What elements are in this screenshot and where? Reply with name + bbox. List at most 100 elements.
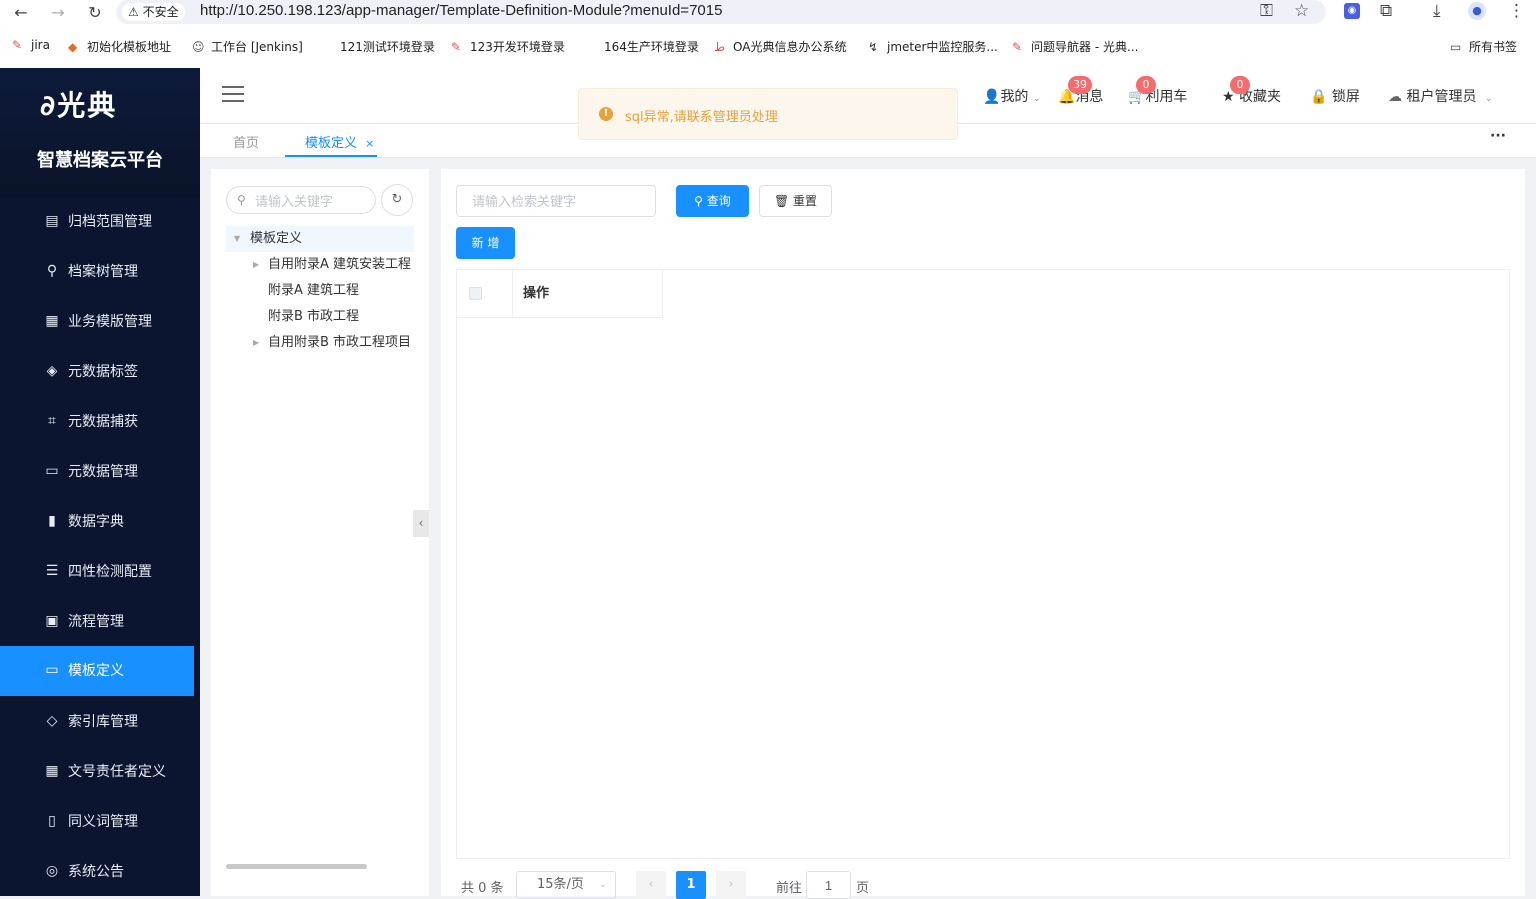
refresh-icon[interactable]: ↻: [381, 184, 413, 216]
caret-right-icon[interactable]: ▶: [253, 330, 259, 356]
star-icon[interactable]: ☆: [1294, 1, 1309, 21]
workflow-icon: ▣: [45, 613, 59, 629]
bookmark-oa[interactable]: ط OA光典信息办公系统: [714, 38, 846, 55]
goto-label: 前往: [776, 881, 803, 896]
tree-node[interactable]: ▶ 自用附录A 建筑安装工程: [226, 252, 414, 278]
messages-button[interactable]: 🔔消息 39: [1058, 76, 1103, 106]
collapse-panel-icon[interactable]: ‹: [413, 510, 429, 537]
user-menu[interactable]: ☁ 租户管理员 ⌄: [1388, 86, 1493, 106]
key-icon[interactable]: ⚿: [1260, 1, 1273, 21]
main-panel: ⚲ 查询 🗑 重置 新 增 操作 共 0 条 15条/页 ⌄ ‹ 1 › 前往 页: [441, 169, 1525, 899]
query-label: 查询: [706, 194, 731, 208]
download-icon[interactable]: ⤓: [1433, 1, 1441, 21]
sidebar-item-template-definition[interactable]: ▭ 模板定义: [0, 646, 194, 696]
sidebar-item-synonym[interactable]: ▯ 同义词管理: [0, 797, 194, 847]
add-button[interactable]: 新 增: [456, 227, 515, 259]
reset-button[interactable]: 🗑 重置: [759, 185, 832, 217]
address-row: ← → ↻ ⚠ 不安全 http://10.250.198.123/app-ma…: [0, 0, 1536, 28]
sidebar-item-doc-number[interactable]: ▦ 文号责任者定义: [0, 747, 194, 797]
sidebar-item-data-dictionary[interactable]: ▮ 数据字典: [0, 497, 194, 547]
lock-screen-button[interactable]: 🔒 锁屏: [1310, 86, 1360, 106]
bookmark-121[interactable]: 121测试环境登录: [340, 38, 435, 55]
bookmark-label: OA光典信息办公系统: [733, 40, 847, 54]
reset-label: 重置: [793, 194, 818, 208]
tab-home[interactable]: 首页: [233, 132, 259, 151]
profile-icon[interactable]: ●: [1468, 2, 1486, 20]
folder-icon: ▭: [1450, 40, 1462, 54]
sidebar-item-label: 索引库管理: [68, 714, 138, 730]
more-tabs-icon[interactable]: ···: [1490, 128, 1506, 144]
puzzle-icon[interactable]: ⧉: [1380, 1, 1392, 21]
extension-icon[interactable]: ◉: [1344, 3, 1360, 19]
sidebar-item-business-template[interactable]: ▦ 业务模版管理: [0, 297, 194, 347]
sidebar-item-index-library[interactable]: ◇ 索引库管理: [0, 697, 194, 747]
bookmark-164[interactable]: 164生产环境登录: [604, 38, 699, 55]
user-name: 租户管理员: [1406, 89, 1477, 105]
hamburger-menu-icon[interactable]: [222, 86, 244, 104]
lock-label: 锁屏: [1331, 89, 1360, 105]
bookmark-label: 164生产环境登录: [604, 40, 699, 54]
tree-node[interactable]: 附录B 市政工程: [226, 304, 414, 330]
tree-node-label: 附录B 市政工程: [268, 309, 360, 324]
lock-icon: 🔒: [1310, 89, 1328, 105]
sidebar-item-announcement[interactable]: ◎ 系统公告: [0, 847, 194, 897]
caret-down-icon[interactable]: ▼: [234, 226, 240, 252]
sidebar-item-metadata-manage[interactable]: ▭ 元数据管理: [0, 447, 194, 497]
goto-page-input[interactable]: [806, 871, 851, 899]
tree-node[interactable]: ▶ 自用附录B 市政工程项目: [226, 330, 414, 356]
query-button[interactable]: ⚲ 查询: [676, 185, 749, 217]
current-page[interactable]: 1: [676, 871, 706, 899]
mine-menu[interactable]: 👤我的 ⌄: [983, 86, 1041, 106]
bookmark-all[interactable]: ▭ 所有书签: [1450, 38, 1517, 55]
sidebar-item-workflow[interactable]: ▣ 流程管理: [0, 597, 194, 647]
bookmark-icon: ✎: [451, 40, 462, 54]
page-size-select[interactable]: 15条/页 ⌄: [516, 871, 616, 899]
cart-badge: 0: [1136, 76, 1156, 94]
prev-page-button[interactable]: ‹: [636, 871, 666, 899]
select-all-cell: [457, 270, 513, 318]
sidebar-item-label: 元数据捕获: [68, 414, 138, 430]
favorites-badge: 0: [1230, 76, 1250, 94]
reload-icon[interactable]: ↻: [84, 2, 106, 24]
sidebar-item-archive-tree[interactable]: ⚲ 档案树管理: [0, 247, 194, 297]
bookmark-icon: ✎: [1012, 40, 1023, 54]
sidebar-item-metadata-capture[interactable]: ⌗ 元数据捕获: [0, 397, 194, 447]
cart-button[interactable]: 🛒利用车 0: [1128, 76, 1187, 106]
bookmark-jmeter[interactable]: ↯ jmeter中监控服务...: [868, 38, 998, 55]
tab-template-definition[interactable]: 模板定义 ×: [305, 132, 374, 151]
insecure-badge[interactable]: ⚠ 不安全: [122, 3, 185, 21]
horizontal-scrollbar[interactable]: [226, 864, 367, 869]
tree-search-input[interactable]: [255, 191, 370, 211]
sidebar-item-label: 系统公告: [68, 864, 124, 880]
tab-label: 模板定义: [305, 136, 358, 151]
search-icon: ⚲: [237, 193, 246, 207]
tree-node[interactable]: 附录A 建筑工程: [226, 278, 414, 304]
url-text[interactable]: http://10.250.198.123/app-manager/Templa…: [200, 2, 722, 19]
bookmark-issues[interactable]: ✎ 问题导航器 - 光典...: [1012, 38, 1138, 55]
bookmark-123[interactable]: ✎ 123开发环境登录: [451, 38, 565, 55]
tree-node-root[interactable]: ▼ 模板定义: [226, 226, 414, 252]
close-icon[interactable]: ×: [365, 137, 374, 150]
favorites-button[interactable]: ★ 收藏夹 0: [1222, 76, 1281, 106]
sidebar-item-metadata-tag[interactable]: ◈ 元数据标签: [0, 347, 194, 397]
mine-label: 我的: [1000, 89, 1029, 105]
total-count: 共 0 条: [461, 881, 504, 896]
select-all-checkbox[interactable]: [469, 287, 482, 300]
bookmark-label: jira: [31, 38, 50, 52]
logo-text: 光典: [57, 89, 118, 122]
address-bar[interactable]: ⚠ 不安全 http://10.250.198.123/app-manager/…: [116, 0, 1326, 24]
sidebar-item-four-check[interactable]: ☰ 四性检测配置: [0, 547, 194, 597]
more-menu-icon[interactable]: ⋮: [1508, 1, 1525, 21]
tab-active-indicator: [285, 155, 377, 157]
bookmark-template[interactable]: ◆ 初始化模板地址: [68, 38, 171, 55]
sidebar-item-archive-scope[interactable]: ▤ 归档范围管理: [0, 197, 194, 247]
bookmark-jenkins[interactable]: ☺ 工作台 [Jenkins]: [192, 38, 303, 55]
keyword-search-input[interactable]: [456, 185, 656, 217]
forward-icon[interactable]: →: [47, 2, 69, 24]
caret-right-icon[interactable]: ▶: [253, 252, 259, 278]
next-page-button[interactable]: ›: [716, 871, 746, 899]
chevron-down-icon: ⌄: [598, 879, 607, 890]
bookmark-jira[interactable]: ✎ jira: [12, 38, 50, 52]
back-icon[interactable]: ←: [10, 2, 32, 24]
bookmark-label: 121测试环境登录: [340, 40, 435, 54]
